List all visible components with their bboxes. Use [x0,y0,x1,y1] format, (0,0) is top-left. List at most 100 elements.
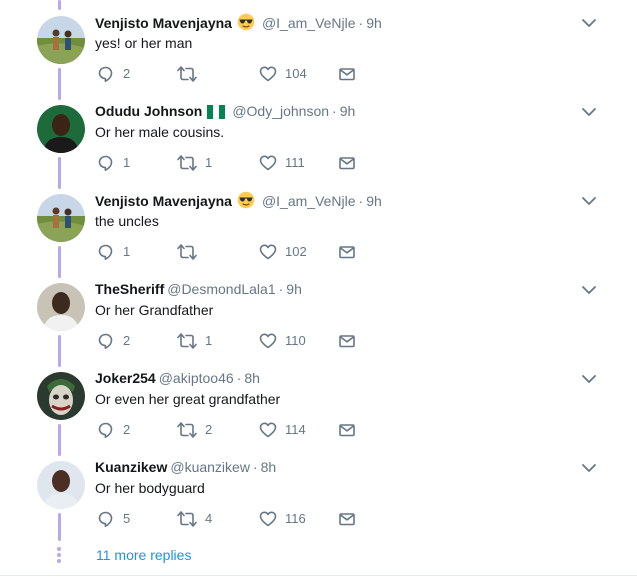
heart-icon [259,244,277,260]
timestamp[interactable]: 8h [244,370,260,386]
heart-icon [259,155,277,171]
display-name[interactable]: Venjisto Mavenjayna [95,15,232,31]
like-count: 114 [285,422,306,437]
tweet[interactable]: Venjisto Mavenjayna @I_am_VeNjle · 9h yes! … [0,0,637,89]
sunglasses-emoji-icon [237,191,255,213]
like-button[interactable]: 110 [259,332,306,350]
avatar[interactable] [37,105,85,153]
timestamp[interactable]: 9h [366,15,382,31]
chevron-down-icon[interactable] [581,461,597,475]
tweet-text: Or her Grandfather [95,302,214,318]
retweet-button[interactable] [177,65,205,83]
retweet-button[interactable] [177,243,205,261]
retweet-count: 4 [205,511,213,526]
flag-icon [207,105,226,123]
reply-button[interactable]: 1 [97,243,130,261]
chevron-down-icon[interactable] [581,283,597,297]
retweet-count: 1 [205,155,213,170]
like-button[interactable]: 111 [259,154,305,172]
timestamp[interactable]: 9h [286,281,302,297]
direct-message-button[interactable] [338,65,356,83]
heart-icon [259,511,277,527]
tweet-header: TheSheriff @DesmondLala1 · 9h [95,280,302,298]
reply-button[interactable]: 2 [97,332,130,350]
direct-message-button[interactable] [338,332,356,350]
user-handle[interactable]: @akiptoo46 [159,370,234,386]
tweet-text: Or even her great grandfather [95,391,281,407]
divider [0,575,637,576]
direct-message-button[interactable] [338,510,356,528]
like-button[interactable]: 114 [259,421,306,439]
avatar[interactable] [37,461,85,509]
chevron-down-icon[interactable] [581,194,597,208]
reply-count: 1 [123,155,131,170]
tweet[interactable]: Kuanzikew @kuanzikew · 8h Or her bodyguard … [0,445,637,534]
reply-button[interactable]: 1 [97,154,130,172]
reply-thread: Venjisto Mavenjayna @I_am_VeNjle · 9h yes! … [0,0,637,579]
envelope-icon [339,335,355,348]
like-count: 111 [285,155,305,170]
retweet-button[interactable]: 4 [177,510,212,528]
display-name[interactable]: TheSheriff [95,281,164,297]
timestamp[interactable]: 9h [340,103,356,119]
direct-message-button[interactable] [338,154,356,172]
reply-icon [98,422,113,438]
avatar[interactable] [37,16,85,64]
timestamp[interactable]: 9h [366,193,382,209]
user-handle[interactable]: @DesmondLala1 [167,281,275,297]
user-handle[interactable]: @kuanzikew [170,459,250,475]
reply-icon [98,244,113,260]
more-replies-link[interactable]: 11 more replies [96,546,191,564]
tweet-header: Venjisto Mavenjayna @I_am_VeNjle · 9h [95,13,382,35]
retweet-button[interactable]: 1 [177,154,212,172]
separator: · [358,15,364,31]
tweet[interactable]: Odudu Johnson @Ody_johnson · 9h Or her male… [0,89,637,178]
tweet-header: Kuanzikew @kuanzikew · 8h [95,458,276,476]
tweet-header: Joker254 @akiptoo46 · 8h [95,369,260,387]
user-handle[interactable]: @I_am_VeNjle [262,193,356,209]
reply-button[interactable]: 2 [97,421,130,439]
chevron-down-icon[interactable] [581,372,597,386]
sunglasses-emoji-icon [237,13,255,35]
like-button[interactable]: 104 [259,65,307,83]
reply-icon [98,155,113,171]
tweet-text: Or her male cousins. [95,124,225,140]
reply-button[interactable]: 5 [97,510,130,528]
like-button[interactable]: 102 [259,243,307,261]
chevron-down-icon[interactable] [581,105,597,119]
display-name[interactable]: Odudu Johnson [95,103,202,119]
reply-count: 2 [123,422,131,437]
retweet-icon [177,155,197,171]
separator: · [252,459,258,475]
more-replies[interactable]: 11 more replies [0,538,637,570]
user-handle[interactable]: @Ody_johnson [232,103,329,119]
chevron-down-icon[interactable] [581,16,597,30]
tweet-header: Odudu Johnson @Ody_johnson · 9h [95,102,355,123]
display-name[interactable]: Joker254 [95,370,156,386]
avatar[interactable] [37,372,85,420]
user-handle[interactable]: @I_am_VeNjle [262,15,356,31]
reply-icon [98,333,113,349]
retweet-count: 2 [205,422,213,437]
retweet-icon [177,244,197,260]
avatar[interactable] [37,283,85,331]
reply-icon [98,511,113,527]
more-dots [57,547,61,565]
envelope-icon [339,157,355,170]
tweet[interactable]: Venjisto Mavenjayna @I_am_VeNjle · 9h the u… [0,178,637,267]
like-count: 110 [285,333,306,348]
like-button[interactable]: 116 [259,510,306,528]
timestamp[interactable]: 8h [261,459,277,475]
retweet-icon [177,422,197,438]
direct-message-button[interactable] [338,421,356,439]
tweet[interactable]: TheSheriff @DesmondLala1 · 9h Or her Grandf… [0,267,637,356]
avatar[interactable] [37,194,85,242]
reply-count: 5 [123,511,131,526]
display-name[interactable]: Kuanzikew [95,459,167,475]
retweet-button[interactable]: 2 [177,421,212,439]
display-name[interactable]: Venjisto Mavenjayna [95,193,232,209]
direct-message-button[interactable] [338,243,356,261]
reply-button[interactable]: 2 [97,65,130,83]
retweet-button[interactable]: 1 [177,332,212,350]
tweet[interactable]: Joker254 @akiptoo46 · 8h Or even her great … [0,356,637,445]
